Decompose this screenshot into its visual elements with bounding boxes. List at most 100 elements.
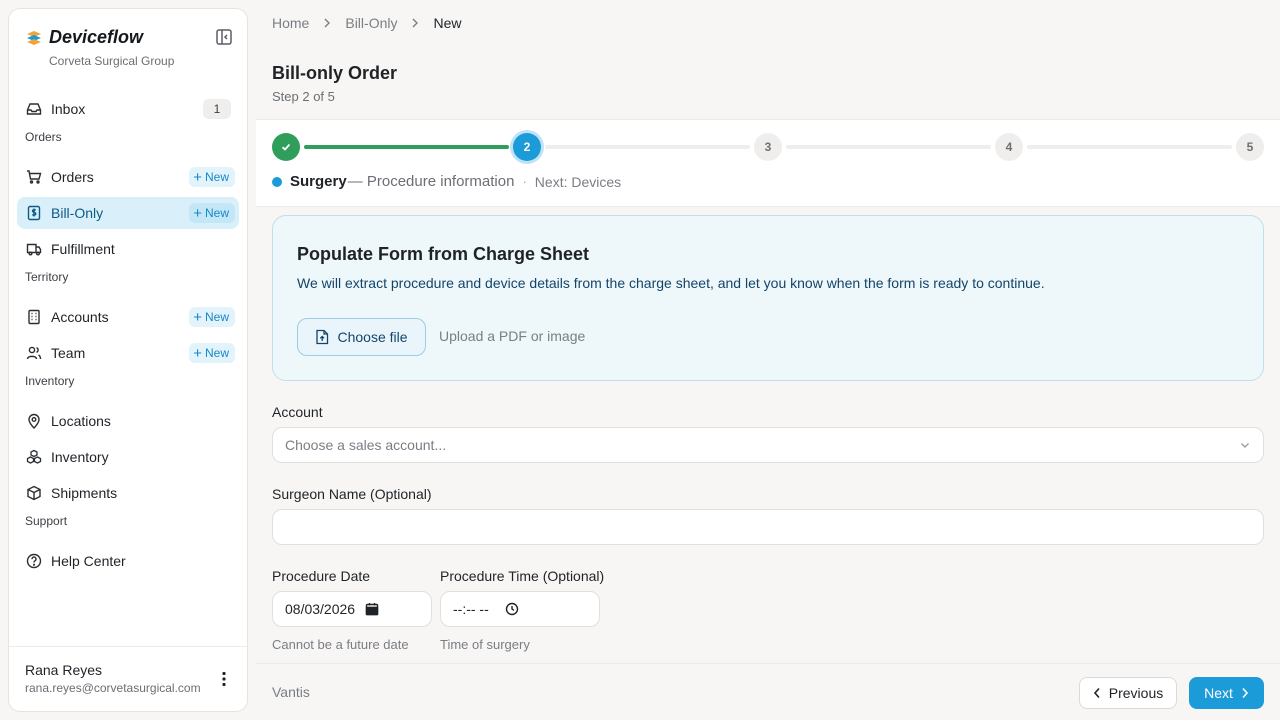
check-icon — [281, 143, 291, 151]
new-bill-only-button[interactable]: + New — [189, 203, 235, 223]
deviceflow-logo-icon — [27, 30, 41, 45]
upload-title: Populate Form from Charge Sheet — [297, 244, 590, 264]
cart-icon — [25, 168, 43, 186]
sidebar-item-label: Team — [51, 345, 86, 361]
receipt-icon — [25, 204, 43, 222]
sidebar-item-label: Help Center — [51, 553, 126, 569]
new-team-member-button[interactable]: + New — [189, 343, 235, 363]
clock-icon[interactable] — [505, 602, 519, 616]
inbox-count-badge: 1 — [203, 99, 231, 119]
app-name: Deviceflow — [49, 27, 144, 47]
sidebar-item-label: Orders — [51, 169, 94, 185]
stepper: 2 3 4 5 Surgery — Procedure information … — [256, 119, 1280, 207]
step-1-complete[interactable] — [272, 133, 300, 161]
next-button[interactable]: Next — [1189, 677, 1264, 709]
upload-description: We will extract procedure and device det… — [297, 275, 1045, 291]
package-icon — [25, 484, 43, 502]
section-label-orders: Orders — [25, 130, 62, 144]
current-step-info: Surgery — Procedure information · Next: … — [272, 173, 621, 190]
sidebar-item-team[interactable]: Team + New — [17, 337, 239, 369]
previous-button[interactable]: Previous — [1079, 677, 1177, 709]
more-vertical-icon[interactable] — [215, 670, 233, 688]
sidebar-item-label: Accounts — [51, 309, 109, 325]
step-2-current[interactable]: 2 — [513, 133, 541, 161]
boxes-icon — [25, 448, 43, 466]
file-upload-icon — [316, 329, 329, 345]
new-order-button[interactable]: + New — [189, 167, 235, 187]
current-step-dot — [272, 176, 282, 187]
calendar-icon[interactable] — [365, 602, 379, 616]
step-3[interactable]: 3 — [754, 133, 782, 161]
account-select[interactable]: Choose a sales account... — [272, 427, 1264, 463]
step-connector-4 — [1027, 145, 1232, 149]
procedure-date-input[interactable]: 08/03/2026 — [272, 591, 432, 627]
next-step-text: Next: Devices — [534, 173, 622, 190]
choose-file-label: Choose file — [337, 329, 408, 345]
step-connector-1 — [304, 145, 509, 149]
step-4[interactable]: 4 — [995, 133, 1023, 161]
procedure-time-label: Procedure Time (Optional) — [440, 568, 605, 584]
plus-icon: + — [193, 308, 202, 326]
surgeon-name-input[interactable] — [272, 509, 1264, 545]
sidebar-item-label: Locations — [51, 413, 111, 429]
sidebar-item-fulfillment[interactable]: Fulfillment — [17, 233, 239, 265]
chevron-right-icon — [1242, 687, 1248, 699]
choose-file-button[interactable]: Choose file — [297, 318, 426, 356]
inbox-icon — [25, 100, 43, 118]
procedure-time-value: --:-- -- — [453, 601, 489, 617]
step-connector-3 — [786, 145, 991, 149]
new-account-button[interactable]: + New — [189, 307, 235, 327]
current-step-name: Surgery — [290, 173, 347, 190]
current-step-description: — Procedure information — [347, 173, 515, 190]
upload-hint: Upload a PDF or image — [439, 328, 586, 344]
next-label: Next — [1204, 685, 1233, 701]
step-5[interactable]: 5 — [1236, 133, 1264, 161]
sidebar-item-label: Inventory — [51, 449, 109, 465]
sidebar: Deviceflow Corveta Surgical Group Inbox … — [8, 8, 248, 712]
truck-icon — [25, 240, 43, 258]
sidebar-item-inventory[interactable]: Inventory — [17, 441, 239, 473]
sidebar-item-locations[interactable]: Locations — [17, 405, 239, 437]
procedure-date-label: Procedure Date — [272, 568, 371, 584]
user-email: rana.reyes@corvetasurgical.com — [25, 681, 201, 695]
sidebar-item-shipments[interactable]: Shipments — [17, 477, 239, 509]
breadcrumb-home[interactable]: Home — [272, 15, 309, 31]
footer: Vantis Previous Next — [256, 663, 1280, 720]
section-label-territory: Territory — [25, 270, 69, 284]
chevron-left-icon — [1093, 687, 1100, 699]
help-circle-icon — [25, 552, 43, 570]
breadcrumb-bill-only[interactable]: Bill-Only — [345, 15, 397, 31]
collapse-sidebar-icon[interactable] — [215, 28, 233, 46]
sidebar-item-label: Inbox — [51, 101, 86, 117]
plus-icon: + — [193, 344, 202, 362]
breadcrumb: Home Bill-Only New — [272, 15, 462, 31]
surgeon-name-label: Surgeon Name (Optional) — [272, 486, 432, 502]
sidebar-divider — [9, 646, 247, 647]
section-label-inventory: Inventory — [25, 374, 75, 388]
previous-label: Previous — [1108, 685, 1164, 701]
new-label: New — [204, 346, 229, 360]
user-name: Rana Reyes — [25, 662, 103, 678]
section-label-support: Support — [25, 514, 68, 528]
chevron-right-icon — [323, 18, 331, 28]
procedure-date-value: 08/03/2026 — [285, 601, 356, 617]
page-title: Bill-only Order — [272, 63, 398, 83]
users-icon — [25, 344, 43, 362]
sidebar-item-label: Fulfillment — [51, 241, 115, 257]
sidebar-item-accounts[interactable]: Accounts + New — [17, 301, 239, 333]
account-label: Account — [272, 404, 323, 420]
org-name: Corveta Surgical Group — [49, 54, 175, 68]
charge-sheet-upload-card: Populate Form from Charge Sheet We will … — [272, 215, 1264, 381]
sidebar-item-label: Bill-Only — [51, 205, 104, 221]
new-label: New — [204, 170, 229, 184]
sidebar-item-bill-only[interactable]: Bill-Only + New — [17, 197, 239, 229]
sidebar-item-orders[interactable]: Orders + New — [17, 161, 239, 193]
footer-brand: Vantis — [272, 684, 310, 700]
brand: Deviceflow — [25, 27, 143, 48]
step-separator: · — [522, 174, 527, 189]
sidebar-item-help-center[interactable]: Help Center — [17, 545, 239, 577]
building-icon — [25, 308, 43, 326]
procedure-date-help: Cannot be a future date — [272, 637, 409, 652]
procedure-time-input[interactable]: --:-- -- — [440, 591, 600, 627]
sidebar-item-inbox[interactable]: Inbox 1 — [17, 93, 239, 125]
